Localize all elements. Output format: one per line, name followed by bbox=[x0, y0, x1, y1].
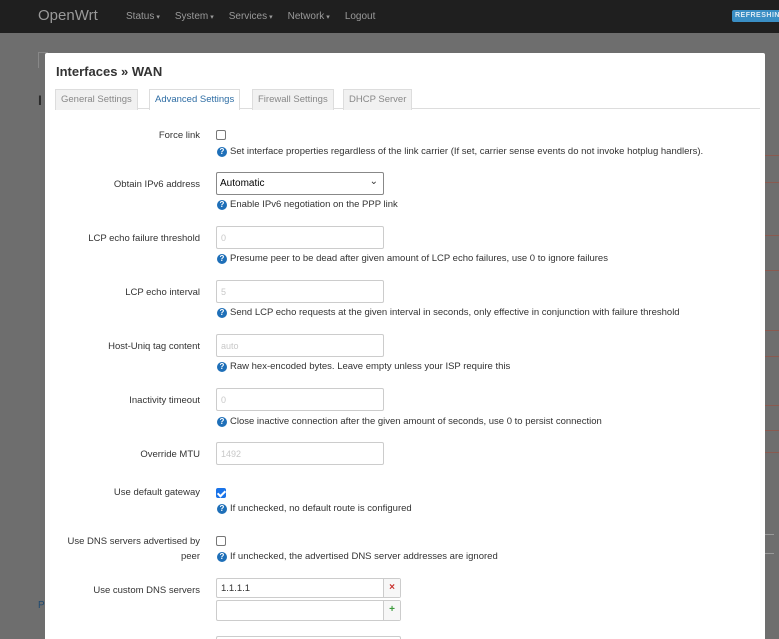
chevron-down-icon: ▾ bbox=[210, 14, 214, 21]
brand-logo[interactable]: OpenWrt bbox=[38, 7, 98, 24]
background-divider bbox=[765, 235, 779, 236]
force-link-checkbox[interactable] bbox=[216, 130, 226, 140]
lcp-interval-input[interactable]: 5 bbox=[216, 280, 384, 303]
custom-dns-label: Use custom DNS servers bbox=[93, 585, 200, 596]
force-link-label: Force link bbox=[158, 130, 200, 141]
help-icon: ? bbox=[217, 416, 227, 427]
force-link-help: ? Set interface properties regardless of … bbox=[217, 146, 703, 157]
inactivity-help: ? Close inactive connection after the giv… bbox=[217, 416, 602, 427]
default-gateway-label: Use default gateway bbox=[113, 487, 200, 498]
lcp-threshold-help: ? Presume peer to be dead after given amo… bbox=[217, 253, 608, 264]
mtu-label: Override MTU bbox=[140, 449, 200, 460]
refresh-badge[interactable]: REFRESHING bbox=[732, 10, 779, 22]
lcp-threshold-input[interactable]: 0 bbox=[216, 226, 384, 249]
peer-dns-label: Use DNS servers advertised by peer bbox=[67, 536, 200, 562]
background-button bbox=[764, 534, 774, 554]
nav-status[interactable]: Status ▾ bbox=[126, 11, 160, 22]
host-uniq-help: ? Raw hex-encoded bytes. Leave empty unle… bbox=[217, 361, 510, 372]
help-icon: ? bbox=[217, 361, 227, 372]
custom-dns-value[interactable]: 1.1.1.1 bbox=[221, 583, 250, 594]
background-heading: I bbox=[38, 92, 42, 108]
tab-bar: General Settings Advanced Settings Firew… bbox=[55, 89, 760, 110]
background-divider bbox=[765, 155, 779, 156]
background-divider bbox=[765, 356, 779, 357]
default-gateway-checkbox[interactable] bbox=[216, 488, 226, 498]
chevron-down-icon: ▾ bbox=[156, 14, 160, 21]
help-icon: ? bbox=[217, 551, 227, 562]
nav-services[interactable]: Services ▾ bbox=[229, 11, 273, 22]
host-uniq-input[interactable]: auto bbox=[216, 334, 384, 357]
obtain-ipv6-label: Obtain IPv6 address bbox=[113, 179, 200, 190]
remove-dns-button[interactable]: × bbox=[383, 579, 400, 597]
default-gateway-help: ? If unchecked, no default route is confi… bbox=[217, 503, 412, 514]
tab-general-settings[interactable]: General Settings bbox=[55, 89, 138, 110]
background-divider bbox=[765, 182, 779, 183]
help-icon: ? bbox=[217, 307, 227, 318]
modal-title: Interfaces » WAN bbox=[56, 64, 163, 79]
inactivity-label: Inactivity timeout bbox=[129, 395, 200, 406]
custom-dns-new-entry[interactable]: + bbox=[216, 600, 401, 621]
main-nav: Status ▾ System ▾ Services ▾ Network ▾ Logou… bbox=[126, 11, 390, 22]
peer-dns-checkbox[interactable] bbox=[216, 536, 226, 546]
peer-dns-help: ? If unchecked, the advertised DNS server… bbox=[217, 551, 498, 562]
inactivity-input[interactable]: 0 bbox=[216, 388, 384, 411]
lcp-interval-help: ? Send LCP echo requests at the given int… bbox=[217, 307, 680, 318]
custom-dns-entry: 1.1.1.1 × bbox=[216, 578, 401, 598]
nav-network[interactable]: Network ▾ bbox=[288, 11, 330, 22]
obtain-ipv6-select[interactable]: Automatic ⌄ bbox=[216, 172, 384, 195]
nav-system[interactable]: System ▾ bbox=[175, 11, 214, 22]
help-icon: ? bbox=[217, 503, 227, 514]
help-icon: ? bbox=[217, 199, 227, 210]
chevron-down-icon: ⌄ bbox=[369, 176, 378, 187]
lcp-threshold-label: LCP echo failure threshold bbox=[88, 233, 200, 244]
background-link: P bbox=[38, 600, 45, 611]
tab-advanced-settings[interactable]: Advanced Settings bbox=[149, 89, 241, 110]
top-navbar: OpenWrt Status ▾ System ▾ Services ▾ Networ… bbox=[0, 0, 779, 33]
background-divider bbox=[765, 405, 779, 406]
help-icon: ? bbox=[217, 146, 227, 157]
host-uniq-label: Host-Uniq tag content bbox=[108, 341, 200, 352]
chevron-down-icon: ▾ bbox=[326, 14, 330, 21]
lcp-interval-label: LCP echo interval bbox=[125, 287, 200, 298]
add-dns-button[interactable]: + bbox=[383, 601, 400, 620]
interface-modal: Interfaces » WAN General Settings Advanc… bbox=[45, 53, 765, 639]
obtain-ipv6-help: ? Enable IPv6 negotiation on the PPP link bbox=[217, 199, 398, 210]
nav-logout[interactable]: Logout bbox=[345, 11, 376, 22]
help-icon: ? bbox=[217, 253, 227, 264]
tab-firewall-settings[interactable]: Firewall Settings bbox=[252, 89, 334, 110]
background-divider bbox=[765, 430, 779, 431]
tab-dhcp-server[interactable]: DHCP Server bbox=[343, 89, 413, 110]
background-divider bbox=[765, 330, 779, 331]
background-divider bbox=[765, 452, 779, 453]
mtu-input[interactable]: 1492 bbox=[216, 442, 384, 465]
background-divider bbox=[765, 270, 779, 271]
chevron-down-icon: ▾ bbox=[269, 14, 273, 21]
